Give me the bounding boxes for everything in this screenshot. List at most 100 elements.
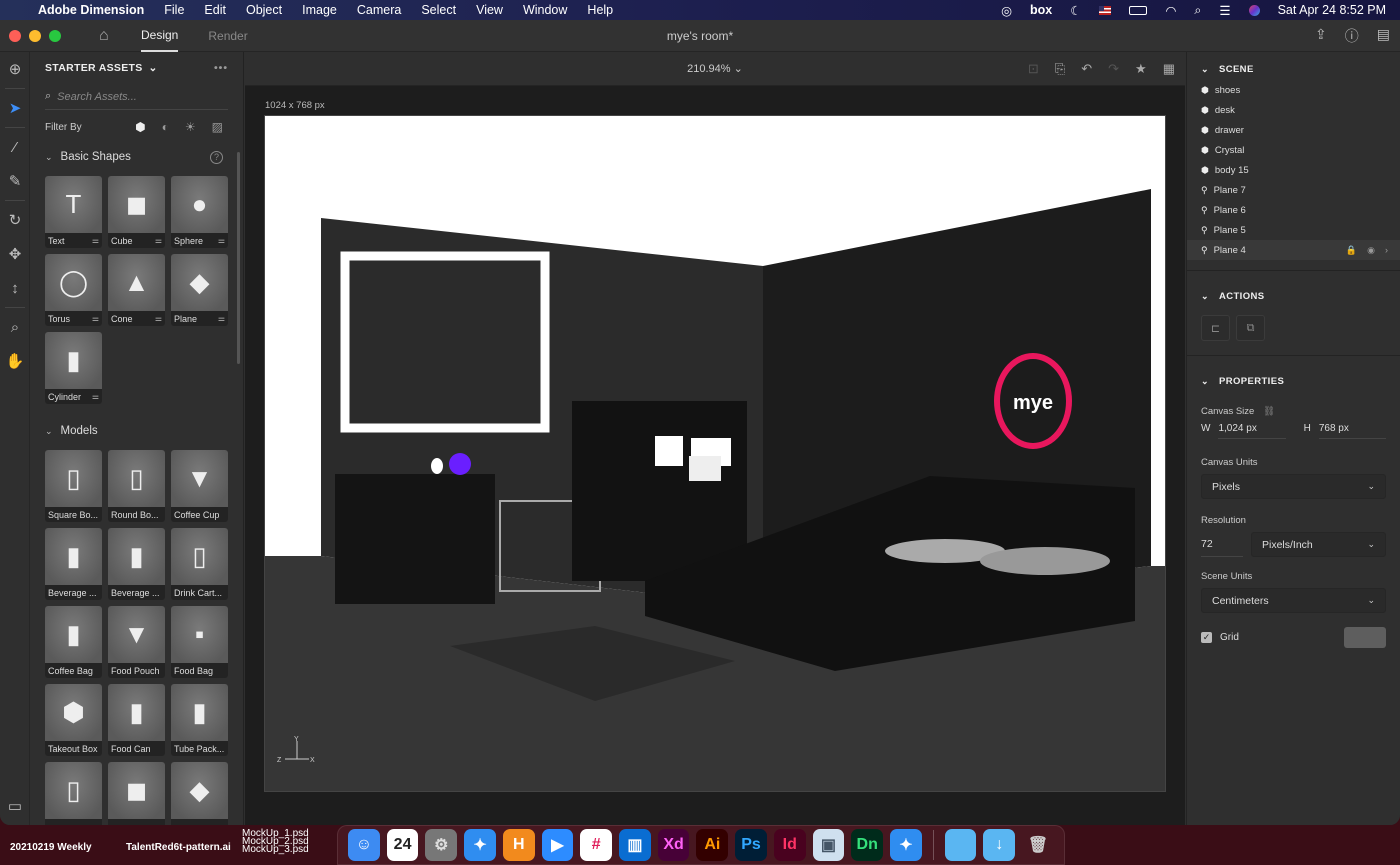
eyedropper-icon[interactable]: ✎ xyxy=(0,164,30,198)
dock-app-adobe-xd[interactable]: Xd xyxy=(657,829,690,861)
section-basic-shapes[interactable]: ⌄ Basic Shapes ? xyxy=(30,144,243,170)
canvas[interactable]: mye Y Z X xyxy=(264,115,1166,792)
us-flag-icon[interactable] xyxy=(1099,5,1112,15)
control-center-icon[interactable]: ☰ xyxy=(1219,3,1230,18)
dolly-icon[interactable]: ↕ xyxy=(0,271,30,305)
grid-checkbox[interactable]: ✓ xyxy=(1201,632,1212,643)
orbit-icon[interactable]: ↻ xyxy=(0,203,30,237)
close-window-button[interactable] xyxy=(9,29,21,42)
adjust-icon[interactable]: ⚌ xyxy=(218,236,225,245)
resolution-unit-select[interactable]: Pixels/Inch ⌄ xyxy=(1251,532,1386,557)
asset-tile[interactable]: ▯ Drink Cart... xyxy=(171,528,228,600)
adjust-icon[interactable]: ⚌ xyxy=(92,314,99,323)
width-input[interactable]: 1,024 px xyxy=(1218,423,1286,439)
adjust-icon[interactable]: ⚌ xyxy=(155,236,162,245)
undo-camera-icon[interactable]: ↶ xyxy=(1081,61,1092,77)
creative-cloud-icon[interactable]: ◎ xyxy=(1001,3,1012,18)
hand-tool-icon[interactable]: ✋ xyxy=(0,344,30,378)
home-icon[interactable]: ⌂ xyxy=(99,27,117,44)
chevron-right-icon[interactable]: › xyxy=(1385,245,1388,256)
dock-app-calendar[interactable]: 24 xyxy=(386,829,419,861)
dock-app-safari-2[interactable]: ✦ xyxy=(890,829,922,861)
dock-app-illustrator[interactable]: Ai xyxy=(696,829,729,861)
menu-object[interactable]: Object xyxy=(246,3,282,17)
camera-to-view-icon[interactable]: ⧉ xyxy=(1236,315,1265,341)
menu-select[interactable]: Select xyxy=(421,3,456,17)
menu-file[interactable]: File xyxy=(164,3,184,17)
feedback-icon[interactable]: ▤ xyxy=(1377,26,1390,46)
tab-render[interactable]: Render xyxy=(208,21,247,51)
dock-app-indesign[interactable]: Id xyxy=(773,829,806,861)
more-options-icon[interactable]: ••• xyxy=(214,62,228,74)
box-icon[interactable]: box xyxy=(1030,3,1052,17)
asset-tile[interactable]: ◯ Torus ⚌ xyxy=(45,254,102,326)
dock-app-photoshop[interactable]: Ps xyxy=(735,829,767,861)
magic-wand-icon[interactable]: ⁄ xyxy=(0,130,30,164)
select-tool-icon[interactable]: ➤ xyxy=(0,91,30,125)
scene-item[interactable]: ⬢ Crystal xyxy=(1187,140,1400,160)
asset-tile[interactable]: ⬢ Takeout Box xyxy=(45,684,102,756)
adjust-icon[interactable]: ⚌ xyxy=(155,314,162,323)
resolution-input[interactable]: 72 xyxy=(1201,532,1243,557)
menu-window[interactable]: Window xyxy=(523,3,567,17)
pan-move-icon[interactable]: ✥ xyxy=(0,237,30,271)
menu-image[interactable]: Image xyxy=(302,3,337,17)
battery-icon[interactable] xyxy=(1129,5,1148,15)
asset-tile[interactable]: ▮ Tube Pack... xyxy=(171,684,228,756)
asset-tile[interactable]: ▮ Beverage ... xyxy=(45,528,102,600)
chevron-down-icon[interactable]: ⌄ xyxy=(1201,376,1209,387)
chevron-down-icon[interactable]: ⌄ xyxy=(149,62,158,74)
filter-lights-icon[interactable]: ☀ xyxy=(185,120,196,134)
desktop-file[interactable]: TalentRed6t-pattern.ai xyxy=(126,842,231,853)
favorite-camera-icon[interactable]: ★ xyxy=(1135,61,1147,77)
chevron-down-icon[interactable]: ⌄ xyxy=(1201,291,1209,302)
chevron-down-icon[interactable]: ⌄ xyxy=(1201,64,1209,75)
wifi-icon[interactable]: ◠ xyxy=(1165,3,1176,18)
dock-app-downloads[interactable]: ↓ xyxy=(983,829,1016,861)
scene-item[interactable]: ⚲ Plane 5 xyxy=(1187,220,1400,240)
asset-tile[interactable]: ▮ Cylinder ⚌ xyxy=(45,332,102,404)
dock-app-preview[interactable]: ▣ xyxy=(812,829,845,861)
asset-tile[interactable]: ◆ Plane ⚌ xyxy=(171,254,228,326)
asset-tile[interactable]: ▯ Square Bo... xyxy=(45,450,102,522)
chevron-down-icon[interactable]: ⌄ xyxy=(45,152,53,163)
archive-icon[interactable]: ▭ xyxy=(0,789,30,823)
asset-tile[interactable]: ◼ Cube ⚌ xyxy=(108,176,165,248)
chevron-down-icon[interactable]: ⌄ xyxy=(45,426,53,437)
asset-tile[interactable]: ▮ Food Can xyxy=(108,684,165,756)
asset-tile[interactable]: ▮ Coffee Bag xyxy=(45,606,102,678)
frame-icon[interactable]: ⊡ xyxy=(1028,61,1039,77)
asset-tile[interactable]: ▮ Beverage ... xyxy=(108,528,165,600)
search-icon[interactable]: ⌕ xyxy=(1194,3,1201,18)
dock-app-system-preferences[interactable]: ⚙ xyxy=(425,829,458,861)
adjust-icon[interactable]: ⚌ xyxy=(92,392,99,401)
asset-tile[interactable]: ▼ Coffee Cup xyxy=(171,450,228,522)
menu-app-name[interactable]: Adobe Dimension xyxy=(38,3,144,17)
siri-icon[interactable] xyxy=(1248,4,1260,16)
asset-tile[interactable]: T Text ⚌ xyxy=(45,176,102,248)
section-models[interactable]: ⌄ Models xyxy=(30,418,243,444)
menu-edit[interactable]: Edit xyxy=(204,3,226,17)
dock-app-zoom[interactable]: ▶ xyxy=(541,829,574,861)
eye-icon[interactable]: ◉ xyxy=(1367,245,1375,256)
clock[interactable]: Sat Apr 24 8:52 PM xyxy=(1278,3,1386,17)
section-actions[interactable]: ⌄ ACTIONS xyxy=(1187,281,1400,311)
help-icon[interactable]: ? xyxy=(210,150,223,164)
asset-tile[interactable]: ▯ Round Bo... xyxy=(108,450,165,522)
dock-app-slack[interactable]: # xyxy=(580,829,613,861)
asset-tile[interactable]: ● Sphere ⚌ xyxy=(171,176,228,248)
menu-view[interactable]: View xyxy=(476,3,503,17)
asset-tile[interactable]: ▲ Cone ⚌ xyxy=(108,254,165,326)
section-properties[interactable]: ⌄ PROPERTIES xyxy=(1187,366,1400,396)
asset-tile[interactable]: ▼ Food Pouch xyxy=(108,606,165,678)
filter-models-icon[interactable]: ⬢ xyxy=(135,120,145,134)
tab-design[interactable]: Design xyxy=(141,20,179,52)
scene-units-select[interactable]: Centimeters ⌄ xyxy=(1201,588,1386,613)
menu-help[interactable]: Help xyxy=(587,3,613,17)
scene-item[interactable]: ⬢ desk xyxy=(1187,100,1400,120)
minimize-window-button[interactable] xyxy=(29,29,41,42)
render-preview-icon[interactable]: ▦ xyxy=(1163,61,1175,77)
share-icon[interactable]: ⇪ xyxy=(1315,26,1327,46)
search-assets-input[interactable]: ⌕ Search Assets... xyxy=(45,84,228,110)
grid-color-swatch[interactable] xyxy=(1344,627,1386,648)
